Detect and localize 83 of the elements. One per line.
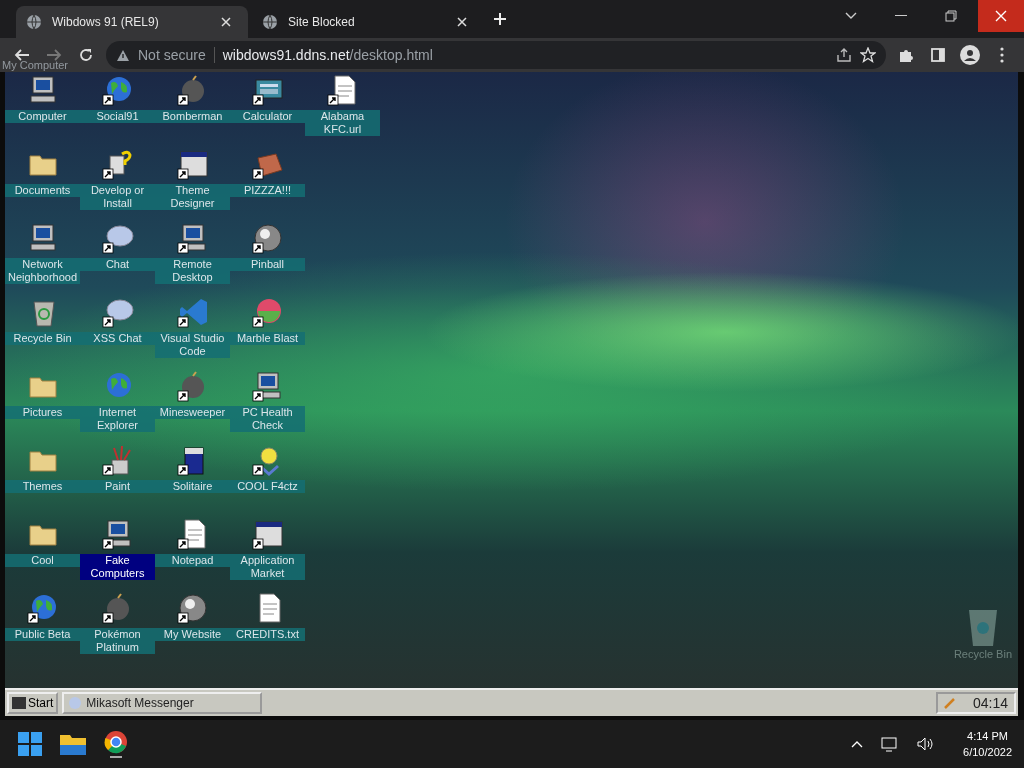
computer-icon[interactable] — [30, 76, 55, 103]
desktop-icon-label[interactable]: Social91 — [80, 110, 155, 123]
desktop-icon-label[interactable]: PC Health Check — [230, 406, 305, 432]
folder-icon[interactable] — [29, 525, 56, 546]
globe-icon[interactable] — [31, 595, 56, 619]
globe-icon — [262, 14, 278, 30]
star-icon[interactable] — [860, 47, 876, 63]
computer-icon[interactable] — [30, 224, 55, 251]
desktop-icon-label[interactable]: Recycle Bin — [5, 332, 80, 345]
desktop-icon-label[interactable]: Pinball — [230, 258, 305, 271]
marble-icon[interactable] — [256, 299, 281, 323]
bomb-icon[interactable] — [181, 75, 204, 102]
desktop-icon-label[interactable]: Application Market — [230, 554, 305, 580]
chevron-up-icon[interactable] — [851, 740, 864, 748]
desktop-icon-label[interactable]: Visual Studio Code — [155, 332, 230, 358]
desktop-icon-label[interactable]: Notepad — [155, 554, 230, 567]
tab-title: Site Blocked — [288, 15, 356, 29]
network-icon[interactable] — [881, 736, 900, 752]
paint-pot-icon[interactable] — [111, 445, 131, 475]
globe-icon — [26, 14, 42, 30]
tab-title: Wibdows 91 (REL9) — [52, 15, 160, 29]
desktop-icon-label[interactable]: Computer — [5, 110, 80, 123]
speech-bubble-icon[interactable] — [106, 299, 133, 321]
document-icon[interactable] — [259, 593, 280, 623]
desktop-icon-label[interactable]: My Website — [155, 628, 230, 641]
desktop-icon-label[interactable]: Documents — [5, 184, 80, 197]
desktop-icon-label[interactable]: Chat — [80, 258, 155, 271]
profile-icon[interactable] — [958, 43, 982, 67]
bomb-icon[interactable] — [181, 371, 204, 398]
desktop-icon-label[interactable]: Pokémon Platinum — [80, 628, 155, 654]
desktop-icon-label[interactable]: PIZZZA!!! — [230, 184, 305, 197]
pencil-icon — [944, 697, 956, 709]
desktop-icon-label[interactable]: Solitaire — [155, 480, 230, 493]
start-button[interactable]: Start — [7, 692, 59, 714]
taskbar-date: 6/10/2022 — [963, 745, 1012, 760]
folder-icon[interactable] — [29, 155, 56, 176]
recycle-bin-icon[interactable] — [33, 301, 54, 327]
windows-logo-icon[interactable] — [18, 732, 42, 756]
desktop-icon-label[interactable]: XSS Chat — [80, 332, 155, 345]
desktop-icon-label[interactable]: Bomberman — [155, 110, 230, 123]
desktop-icon-label[interactable]: Paint — [80, 480, 155, 493]
desktop-icon-label[interactable]: Remote Desktop — [155, 258, 230, 284]
question-mark-icon[interactable] — [109, 150, 131, 175]
desktop-icon-label[interactable]: Calculator — [230, 110, 305, 123]
tray-clock: 04:14 — [972, 695, 1008, 711]
code-editor-icon[interactable] — [179, 299, 207, 325]
desktop-icon-label[interactable]: Develop or Install — [80, 184, 155, 210]
bomb-icon[interactable] — [106, 593, 129, 620]
globe-icon[interactable] — [106, 77, 131, 101]
url-text: wibdows91.ddns.net/desktop.html — [222, 47, 433, 63]
app-icon — [68, 696, 83, 710]
light-bulb-icon[interactable] — [258, 447, 279, 476]
desktop-icon-label[interactable]: CREDITS.txt — [230, 628, 305, 641]
address-bar[interactable]: Not secure wibdows91.ddns.net/desktop.html — [106, 41, 886, 69]
desktop-icon-label[interactable]: Pictures — [5, 406, 80, 419]
security-label: Not secure — [138, 47, 215, 63]
document-icon[interactable] — [334, 75, 355, 105]
taskbar-time: 4:14 PM — [967, 729, 1008, 744]
pizza-box-icon[interactable] — [257, 153, 282, 177]
drag-label: My Computer — [2, 59, 69, 71]
desktop-icon-label[interactable]: Minesweeper — [155, 406, 230, 419]
share-icon[interactable] — [836, 47, 852, 63]
speaker-icon[interactable] — [917, 736, 936, 752]
desktop-icon-label[interactable]: Themes — [5, 480, 80, 493]
desktop-icon-label[interactable]: Public Beta — [5, 628, 80, 641]
desktop-icon-label[interactable]: Theme Designer — [155, 184, 230, 210]
document-icon[interactable] — [184, 519, 205, 549]
warning-icon — [116, 48, 130, 62]
desktop-icon-label[interactable]: Cool — [5, 554, 80, 567]
faded-icon-label: Recycle Bin — [953, 648, 1012, 660]
browser-tab[interactable]: Wibdows 91 (REL9) — [16, 6, 248, 38]
keyboard-icon[interactable] — [255, 79, 282, 99]
browser-icon[interactable] — [104, 730, 128, 758]
taskbar-window-button[interactable]: Mikasoft Messenger — [62, 692, 263, 714]
desktop-icon-label[interactable]: Internet Explorer — [80, 406, 155, 432]
speech-bubble-icon[interactable] — [106, 225, 133, 247]
browser-tab[interactable]: Site Blocked — [252, 6, 484, 38]
desktop-icon-label[interactable]: COOL F4ctz — [230, 480, 305, 493]
desktop-icon-label[interactable]: Marble Blast — [230, 332, 305, 345]
desktop-icon-label[interactable]: Fake Computers — [80, 554, 155, 580]
folder-icon[interactable] — [60, 733, 86, 755]
desktop-icon-label[interactable]: Alabama KFC.url — [305, 110, 380, 136]
desktop-icon-label[interactable]: Network Neighborhood — [5, 258, 80, 284]
